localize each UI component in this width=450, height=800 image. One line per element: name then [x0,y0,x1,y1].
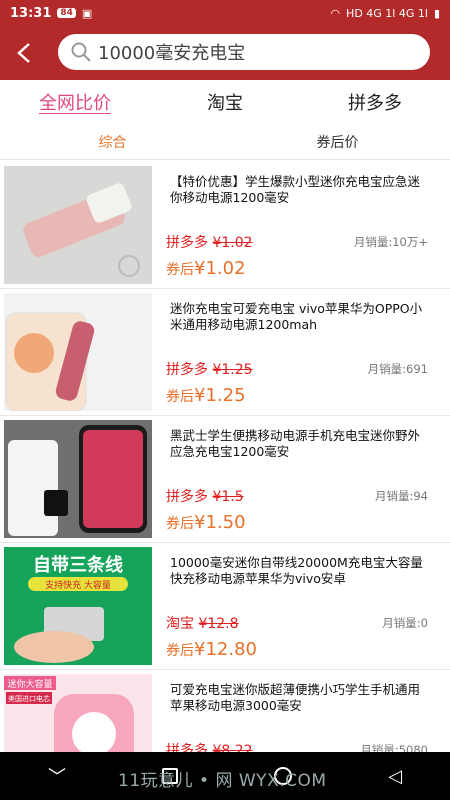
original-price: 拼多多 ¥1.25 [166,359,253,379]
strike-price: ¥1.02 [212,235,253,251]
original-price: 拼多多 ¥1.02 [166,232,253,252]
product-title: 迷你充电宝可爱充电宝 vivo苹果华为OPPO小米通用移动电源1200mah [170,301,423,332]
product-title: 10000毫安迷你自带线20000M充电宝大容量快充移动电源苹果华为vivo安卓 [170,555,423,586]
product-item[interactable]: 黑武士学生便携移动电源手机充电宝迷你野外应急充电宝1200毫安 拼多多 ¥1.5… [0,416,450,543]
original-price: 淘宝 ¥12.8 [166,613,239,633]
product-image [4,293,152,411]
product-image: 自带三条线 支持快充 大容量 [4,547,152,665]
notification-icon: ▣ [81,6,93,20]
platform-name: 拼多多 [166,743,208,752]
original-price: 拼多多 ¥8.22 [166,740,253,752]
thumb-subline: 支持快充 大容量 [45,579,111,591]
search-icon [71,42,91,62]
thumb-headline: 自带三条线 [33,554,123,576]
product-title: 【特价优惠】学生爆款小型迷你充电宝应急迷你移动电源1200毫安 [170,174,421,205]
original-price: 拼多多 ¥1.5 [166,486,244,506]
strike-price: ¥1.25 [212,362,253,378]
coupon-amount: ¥1.50 [194,512,246,533]
tab-all[interactable]: 全网比价 [0,80,150,124]
monthly-sales: 月销量:691 [367,362,428,376]
tab-after-coupon-price[interactable]: 券后价 [225,124,450,159]
coupon-price: 券后¥1.02 [166,258,246,279]
product-item[interactable]: 迷你充电宝可爱充电宝 vivo苹果华为OPPO小米通用移动电源1200mah 拼… [0,289,450,416]
strike-price: ¥12.8 [198,616,239,632]
coupon-price: 券后¥12.80 [166,639,257,660]
monthly-sales: 月销量:5080 [360,743,428,752]
platform-name: 拼多多 [166,235,208,251]
coupon-amount: ¥1.02 [194,258,246,279]
platform-name: 拼多多 [166,489,208,505]
monthly-sales: 月销量:10万+ [353,235,428,249]
status-right: ◠ HD 4G 1l 4G 1l ▮ [330,7,440,20]
product-list: 【特价优惠】学生爆款小型迷你充电宝应急迷你移动电源1200毫安 拼多多 ¥1.0… [0,162,450,752]
coupon-price: 券后¥1.50 [166,512,246,533]
coupon-label: 券后 [166,262,194,278]
coupon-amount: ¥1.25 [194,385,246,406]
platform-name: 拼多多 [166,362,208,378]
status-time: 13:31 [10,5,52,21]
search-input[interactable]: 10000毫安充电宝 [58,34,430,70]
status-bar: 13:31 84 ▣ ◠ HD 4G 1l 4G 1l ▮ [0,0,450,26]
product-image [4,166,152,284]
back-triangle-icon[interactable]: ◁ [388,766,402,787]
platform-name: 淘宝 [166,616,194,632]
back-arrow-icon [17,43,30,63]
strike-price: ¥1.5 [212,489,244,505]
back-button[interactable] [0,26,50,80]
search-header: 10000毫安充电宝 [0,26,450,80]
monthly-sales: 月销量:94 [374,489,428,503]
strike-price: ¥8.22 [212,743,253,752]
sort-tabs: 综合 券后价 [0,124,450,160]
tab-pinduoduo[interactable]: 拼多多 [300,80,450,124]
monthly-sales: 月销量:0 [382,616,428,630]
coupon-price: 券后¥1.25 [166,385,246,406]
product-item[interactable]: 自带三条线 支持快充 大容量 10000毫安迷你自带线20000M充电宝大容量快… [0,543,450,670]
product-item[interactable]: 迷你大容量 美国进口电芯 可爱充电宝迷你版超薄便携小巧学生手机通用苹果移动电源3… [0,670,450,752]
coupon-amount: ¥12.80 [194,639,257,660]
thumb-headline: 迷你大容量 [7,678,52,690]
coupon-label: 券后 [166,389,194,405]
coupon-label: 券后 [166,516,194,532]
platform-tabs: 全网比价 淘宝 拼多多 [0,80,450,124]
tab-comprehensive[interactable]: 综合 [0,124,225,159]
battery-badge: 84 [57,8,76,18]
coupon-label: 券后 [166,643,194,659]
watermark: 11玩意儿 • 网 WYX.COM [118,771,327,791]
chevron-down-icon[interactable]: ﹀ [48,763,66,789]
product-title: 可爱充电宝迷你版超薄便携小巧学生手机通用苹果移动电源3000毫安 [170,682,421,713]
product-image [4,420,152,538]
wifi-icon: ◠ [330,6,341,20]
thumb-subline: 美国进口电芯 [8,694,50,703]
battery-icon: ▮ [433,6,440,20]
search-query: 10000毫安充电宝 [98,43,246,64]
network-label: HD 4G 1l 4G 1l [346,6,428,20]
tab-taobao[interactable]: 淘宝 [150,80,300,124]
product-title: 黑武士学生便携移动电源手机充电宝迷你野外应急充电宝1200毫安 [170,428,421,459]
product-image: 迷你大容量 美国进口电芯 [4,674,152,752]
product-item[interactable]: 【特价优惠】学生爆款小型迷你充电宝应急迷你移动电源1200毫安 拼多多 ¥1.0… [0,162,450,289]
